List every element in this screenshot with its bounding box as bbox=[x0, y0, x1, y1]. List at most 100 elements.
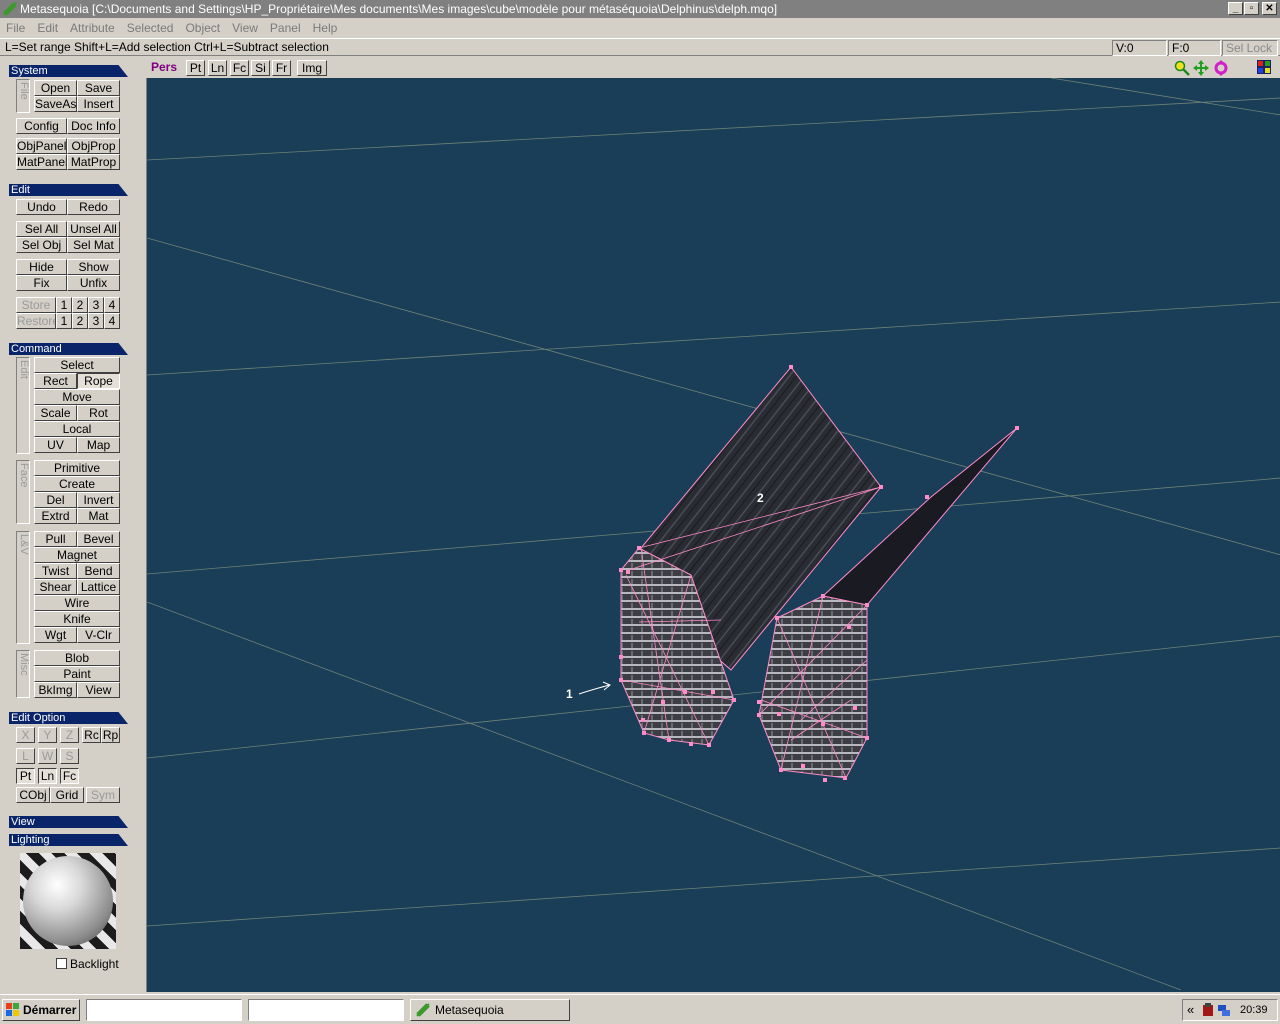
w-button[interactable]: W bbox=[38, 748, 57, 764]
cobj-button[interactable]: CObj bbox=[16, 787, 50, 803]
sel-mat-button[interactable]: Sel Mat bbox=[67, 237, 120, 253]
extrd-button[interactable]: Extrd bbox=[34, 508, 77, 524]
restore-3-button[interactable]: 3 bbox=[88, 313, 104, 329]
restore-sel-button[interactable]: Restore bbox=[16, 313, 56, 329]
docinfo-button[interactable]: Doc Info bbox=[67, 118, 120, 134]
s-button[interactable]: S bbox=[60, 748, 79, 764]
display-fr-button[interactable]: Fr bbox=[272, 60, 291, 76]
section-system[interactable]: System bbox=[9, 65, 128, 77]
checkbox-box[interactable] bbox=[56, 958, 67, 969]
twist-button[interactable]: Twist bbox=[34, 563, 77, 579]
rope-button[interactable]: Rope bbox=[77, 373, 120, 389]
magnet-button[interactable]: Magnet bbox=[34, 547, 120, 563]
lighting-preview-sphere[interactable] bbox=[20, 853, 116, 949]
objpanel-button[interactable]: ObjPanel bbox=[16, 138, 67, 154]
sel-lock[interactable]: Sel Lock bbox=[1222, 40, 1278, 56]
menu-panel[interactable]: Panel bbox=[264, 18, 307, 38]
mat-button[interactable]: Mat bbox=[77, 508, 120, 524]
menu-edit[interactable]: Edit bbox=[31, 18, 64, 38]
menu-object[interactable]: Object bbox=[179, 18, 226, 38]
shear-button[interactable]: Shear bbox=[34, 579, 77, 595]
store-button[interactable]: Store bbox=[16, 297, 56, 313]
restore-button[interactable]: ▫ bbox=[1244, 2, 1259, 15]
close-button[interactable]: ✕ bbox=[1262, 2, 1277, 15]
menu-selected[interactable]: Selected bbox=[121, 18, 180, 38]
map-button[interactable]: Map bbox=[77, 437, 120, 453]
restore-1-button[interactable]: 1 bbox=[56, 313, 72, 329]
rotate-view-icon[interactable] bbox=[1213, 60, 1229, 76]
display-pt-button[interactable]: Pt bbox=[186, 60, 205, 76]
view-layout-icon[interactable] bbox=[1257, 60, 1271, 74]
tray-security-icon[interactable] bbox=[1201, 1003, 1215, 1017]
blob-button[interactable]: Blob bbox=[34, 650, 120, 666]
menu-file[interactable]: File bbox=[0, 18, 31, 38]
local-button[interactable]: Local bbox=[34, 421, 120, 437]
section-lighting[interactable]: Lighting bbox=[9, 834, 128, 846]
tray-expand-chevron[interactable]: « bbox=[1187, 1002, 1194, 1017]
sel-all-button[interactable]: Sel All bbox=[16, 221, 67, 237]
select-button[interactable]: Select bbox=[34, 357, 120, 373]
axis-z-button[interactable]: Z bbox=[60, 727, 79, 743]
redo-button[interactable]: Redo bbox=[67, 199, 120, 215]
display-ln-button[interactable]: Ln bbox=[208, 60, 227, 76]
rc-button[interactable]: Rc bbox=[82, 727, 101, 743]
section-command[interactable]: Command bbox=[9, 343, 128, 355]
primitive-button[interactable]: Primitive bbox=[34, 460, 120, 476]
vclr-button[interactable]: V-Clr bbox=[77, 627, 120, 643]
store-2-button[interactable]: 2 bbox=[72, 297, 88, 313]
menu-attribute[interactable]: Attribute bbox=[64, 18, 121, 38]
rect-button[interactable]: Rect bbox=[34, 373, 77, 389]
model-mesh[interactable] bbox=[619, 365, 1019, 782]
pan-icon[interactable] bbox=[1193, 60, 1209, 76]
store-4-button[interactable]: 4 bbox=[104, 297, 120, 313]
axis-y-button[interactable]: Y bbox=[38, 727, 57, 743]
bkimg-button[interactable]: BkImg bbox=[34, 682, 77, 698]
wire-button[interactable]: Wire bbox=[34, 595, 120, 611]
sel-obj-button[interactable]: Sel Obj bbox=[16, 237, 67, 253]
restore-2-button[interactable]: 2 bbox=[72, 313, 88, 329]
sym-button[interactable]: Sym bbox=[86, 787, 120, 803]
view-mode-pers[interactable]: Pers bbox=[151, 60, 177, 74]
restore-4-button[interactable]: 4 bbox=[104, 313, 120, 329]
matpanel-button[interactable]: MatPanel bbox=[16, 154, 67, 170]
viewport-canvas[interactable]: 1 2 bbox=[147, 78, 1280, 992]
right-tower[interactable] bbox=[758, 595, 868, 779]
l-button[interactable]: L bbox=[16, 748, 35, 764]
wgt-button[interactable]: Wgt bbox=[34, 627, 77, 643]
store-3-button[interactable]: 3 bbox=[88, 297, 104, 313]
fc-option-button[interactable]: Fc bbox=[60, 768, 79, 784]
section-edit-option[interactable]: Edit Option bbox=[9, 712, 128, 724]
matprop-button[interactable]: MatProp bbox=[67, 154, 120, 170]
pull-button[interactable]: Pull bbox=[34, 531, 77, 547]
store-1-button[interactable]: 1 bbox=[56, 297, 72, 313]
view-button[interactable]: View bbox=[77, 682, 120, 698]
fix-button[interactable]: Fix bbox=[16, 275, 67, 291]
save-button[interactable]: Save bbox=[77, 80, 120, 96]
uv-button[interactable]: UV bbox=[34, 437, 77, 453]
3d-viewport[interactable]: 1 2 bbox=[146, 78, 1280, 992]
display-img-button[interactable]: Img bbox=[297, 60, 327, 76]
pt-option-button[interactable]: Pt bbox=[16, 768, 35, 784]
create-button[interactable]: Create bbox=[34, 476, 120, 492]
rp-button[interactable]: Rp bbox=[101, 727, 120, 743]
undo-button[interactable]: Undo bbox=[16, 199, 67, 215]
hide-button[interactable]: Hide bbox=[16, 259, 67, 275]
menu-help[interactable]: Help bbox=[307, 18, 344, 38]
minimize-button[interactable]: _ bbox=[1228, 2, 1243, 15]
ln-option-button[interactable]: Ln bbox=[38, 768, 57, 784]
section-view[interactable]: View bbox=[9, 816, 128, 828]
tray-network-icon[interactable] bbox=[1217, 1003, 1231, 1017]
scale-button[interactable]: Scale bbox=[34, 405, 77, 421]
insert-button[interactable]: Insert bbox=[77, 96, 120, 112]
unsel-all-button[interactable]: Unsel All bbox=[67, 221, 120, 237]
display-si-button[interactable]: Si bbox=[251, 60, 270, 76]
show-button[interactable]: Show bbox=[67, 259, 120, 275]
backlight-checkbox[interactable]: Backlight bbox=[56, 957, 119, 971]
bevel-button[interactable]: Bevel bbox=[77, 531, 120, 547]
tray-clock[interactable]: 20:39 bbox=[1240, 1004, 1268, 1016]
zoom-icon[interactable] bbox=[1174, 60, 1190, 76]
saveas-button[interactable]: SaveAs bbox=[34, 96, 77, 112]
paint-button[interactable]: Paint bbox=[34, 666, 120, 682]
section-edit[interactable]: Edit bbox=[9, 184, 128, 196]
lattice-button[interactable]: Lattice bbox=[77, 579, 120, 595]
